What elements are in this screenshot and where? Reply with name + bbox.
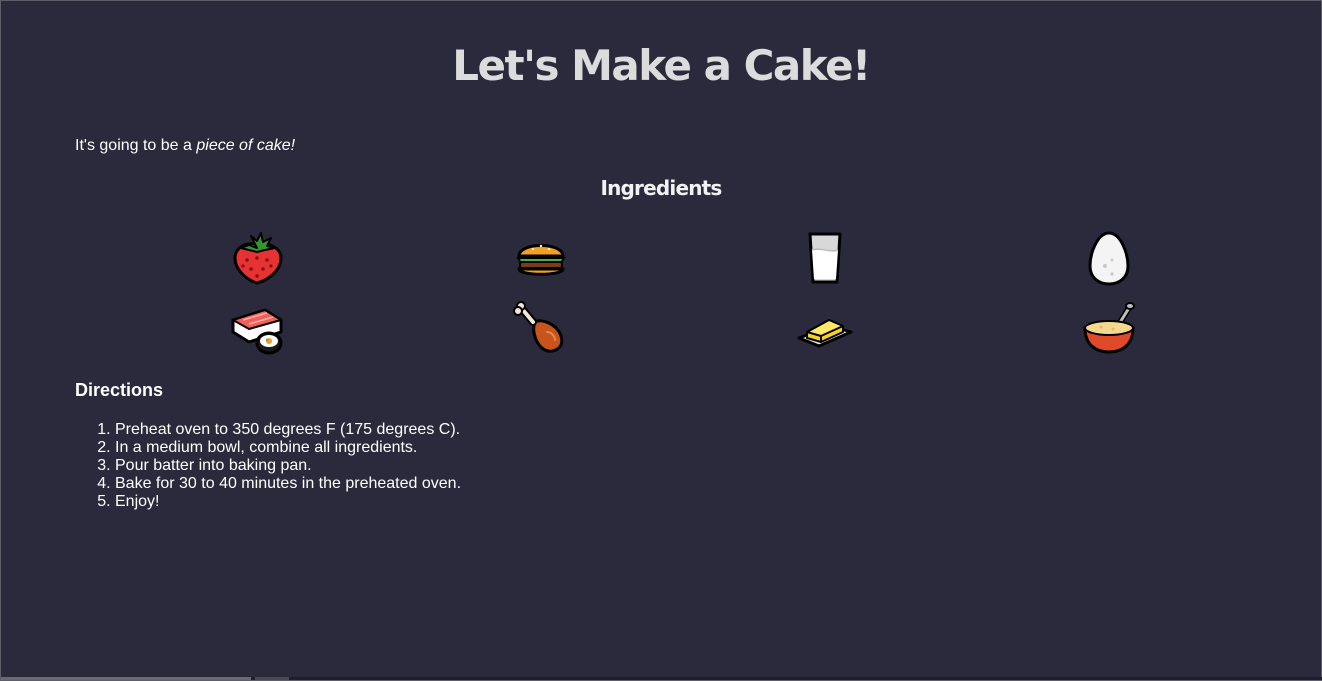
directions-title: Directions bbox=[75, 380, 164, 400]
direction-step: Preheat oven to 350 degrees F (175 degre… bbox=[115, 421, 461, 439]
ingredient-egg bbox=[967, 229, 1251, 287]
ingredient-poultry-leg bbox=[399, 299, 683, 357]
ingredient-sushi bbox=[115, 299, 399, 357]
direction-step: Bake for 30 to 40 minutes in the preheat… bbox=[115, 475, 461, 493]
ingredient-butter bbox=[683, 299, 967, 357]
hamburger-icon bbox=[516, 244, 566, 276]
ingredient-hamburger bbox=[399, 229, 683, 287]
direction-step: Enjoy! bbox=[115, 493, 461, 511]
page-frame: Let's Make a Cake! It's going to be a pi… bbox=[0, 0, 1322, 681]
intro-emphasis: piece of cake! bbox=[196, 137, 296, 154]
ingredient-milk bbox=[683, 229, 967, 287]
ingredient-bowl bbox=[967, 299, 1251, 357]
page-title: Let's Make a Cake! bbox=[452, 41, 871, 90]
intro-text: It's going to be a piece of cake! bbox=[75, 137, 295, 155]
sushi-icon bbox=[231, 308, 283, 355]
intro-prefix: It's going to be a bbox=[75, 137, 197, 154]
horizontal-scrollbar[interactable] bbox=[1, 677, 1322, 680]
ingredients-title: Ingredients bbox=[600, 176, 722, 200]
glass-of-milk-icon bbox=[808, 232, 842, 284]
direction-step: Pour batter into baking pan. bbox=[115, 457, 461, 475]
direction-step: In a medium bowl, combine all ingredient… bbox=[115, 439, 461, 457]
scrollbar-thumb-secondary[interactable] bbox=[255, 677, 289, 680]
egg-icon bbox=[1088, 231, 1130, 286]
butter-icon bbox=[797, 319, 853, 348]
strawberry-icon bbox=[233, 232, 283, 285]
scrollbar-thumb[interactable] bbox=[1, 677, 251, 680]
bowl-with-spoon-icon bbox=[1083, 302, 1135, 354]
ingredients-grid bbox=[115, 229, 1251, 357]
ingredient-strawberry bbox=[115, 229, 399, 287]
poultry-leg-icon bbox=[513, 301, 564, 353]
directions-list: Preheat oven to 350 degrees F (175 degre… bbox=[75, 421, 461, 511]
